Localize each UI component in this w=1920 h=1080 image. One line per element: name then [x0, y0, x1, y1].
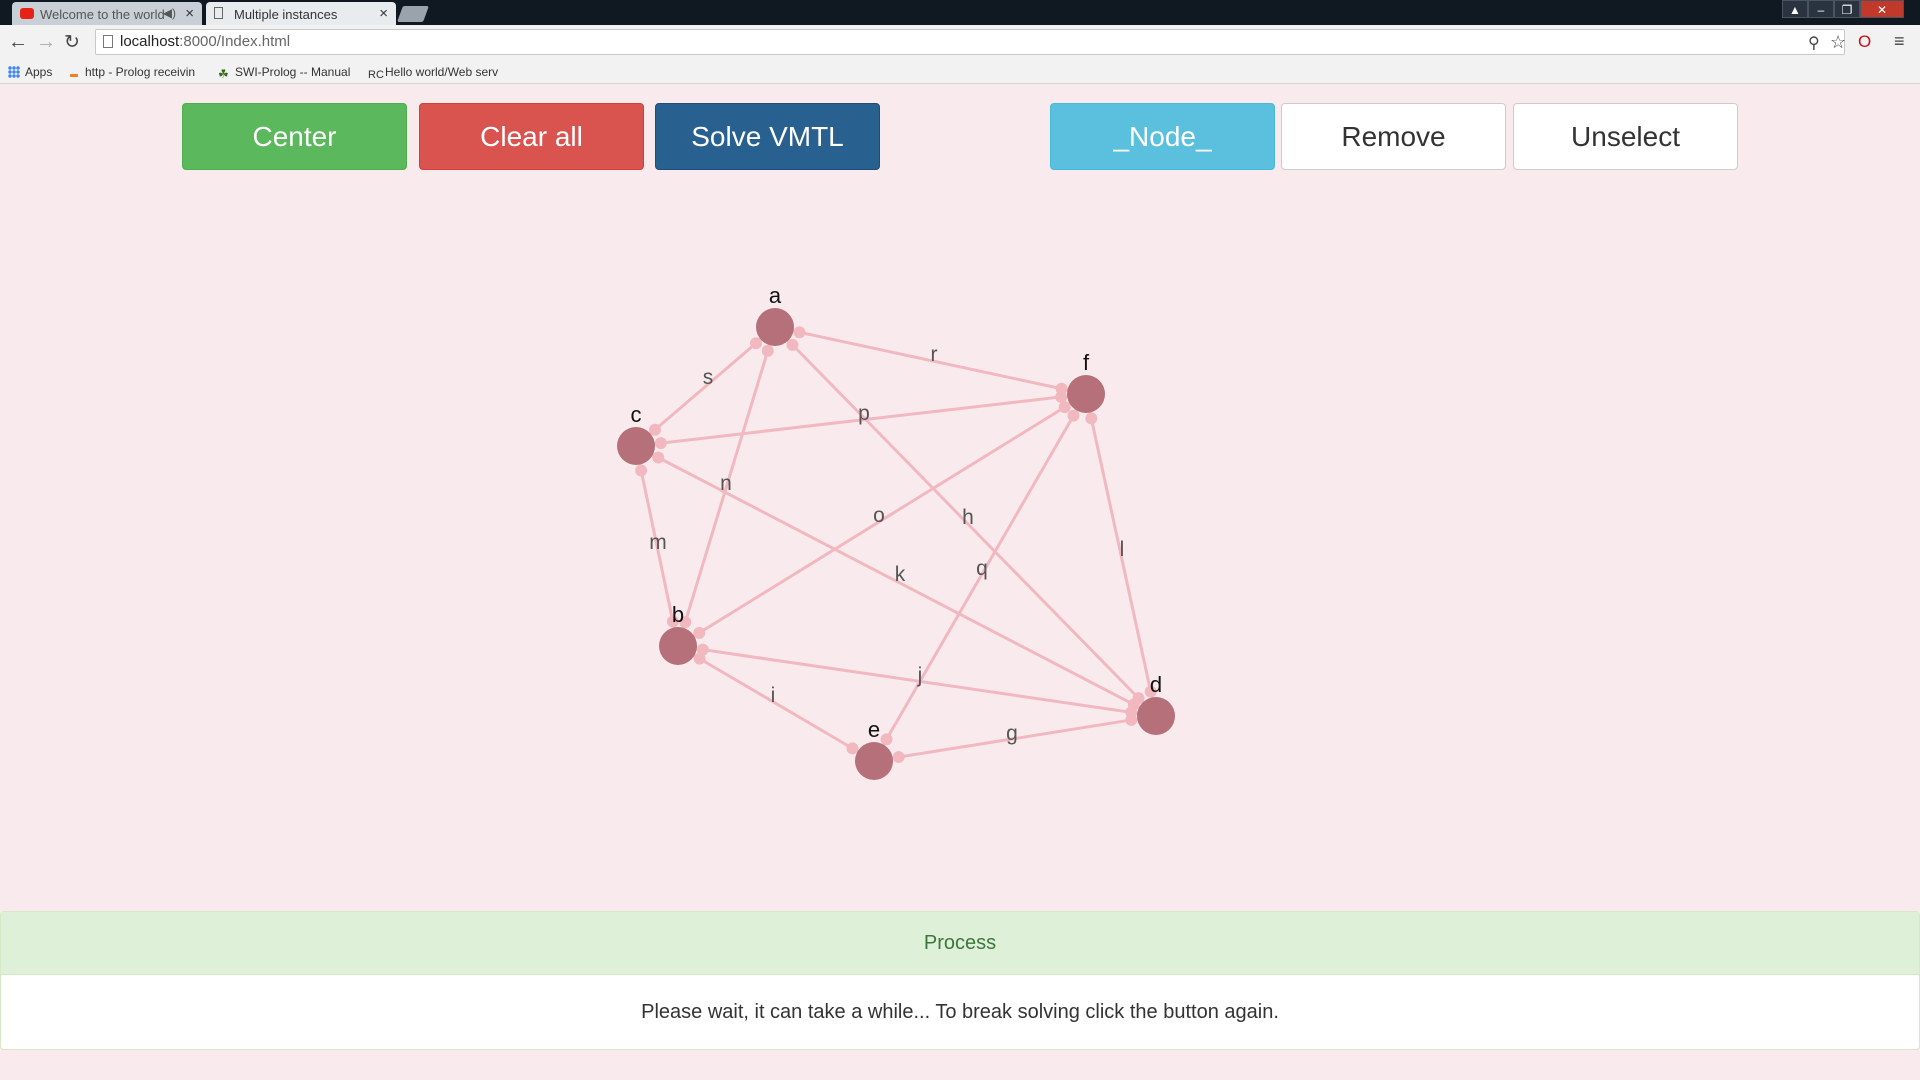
node-label: d [1150, 672, 1162, 697]
panel-heading: Process [1, 912, 1919, 975]
edge-label: r [931, 343, 938, 366]
node-label: a [769, 283, 782, 308]
graph-canvas[interactable]: r s n h p m k o j i q g l a b c d e f [0, 0, 1920, 900]
graph-node-a[interactable] [756, 308, 794, 346]
node-label: b [672, 602, 684, 627]
edge-endpoint-marker [1067, 409, 1080, 422]
graph-node-f[interactable] [1067, 375, 1105, 413]
edge-label: k [895, 563, 906, 586]
edge-endpoint-marker [693, 626, 706, 639]
graph-edge-i[interactable] [677, 644, 875, 763]
edge-label: q [976, 557, 988, 580]
edge-endpoint-marker [648, 423, 661, 436]
edge-label: l [1120, 538, 1125, 561]
edge-endpoint-marker [892, 751, 905, 764]
edge-label: j [917, 664, 923, 687]
edge-label: g [1006, 722, 1018, 745]
edge-endpoint-marker [654, 437, 667, 450]
edge-endpoint-marker [693, 652, 706, 665]
node-label: c [631, 402, 642, 427]
edge-endpoint-marker [1085, 412, 1098, 425]
panel-message: Please wait, it can take a while... To b… [641, 1001, 1279, 1023]
edge-label: m [649, 531, 667, 554]
edge-endpoint-marker [786, 338, 799, 351]
edge-endpoint-marker [1125, 713, 1138, 726]
edge-endpoint-marker [1058, 401, 1071, 414]
node-label: e [868, 717, 880, 742]
edge-endpoint-marker [1055, 390, 1068, 403]
process-panel: Process Please wait, it can take a while… [0, 911, 1920, 1050]
edge-label: o [873, 504, 885, 527]
edge-endpoint-marker [652, 451, 665, 464]
edge-endpoint-marker [750, 337, 763, 350]
graph-node-d[interactable] [1137, 697, 1175, 735]
graph-node-e[interactable] [855, 742, 893, 780]
edge-label: p [858, 402, 870, 425]
edge-label: i [771, 684, 776, 707]
graph-node-b[interactable] [659, 627, 697, 665]
edge-label: h [962, 506, 974, 529]
edge-endpoint-marker [761, 344, 774, 357]
edge-endpoint-marker [635, 464, 648, 477]
edge-label: n [720, 472, 732, 495]
edge-label: s [703, 366, 714, 389]
graph-node-c[interactable] [617, 427, 655, 465]
edge-endpoint-marker [846, 742, 859, 755]
node-label: f [1083, 350, 1090, 375]
edge-endpoint-marker [793, 326, 806, 339]
edge-endpoint-marker [880, 733, 893, 746]
